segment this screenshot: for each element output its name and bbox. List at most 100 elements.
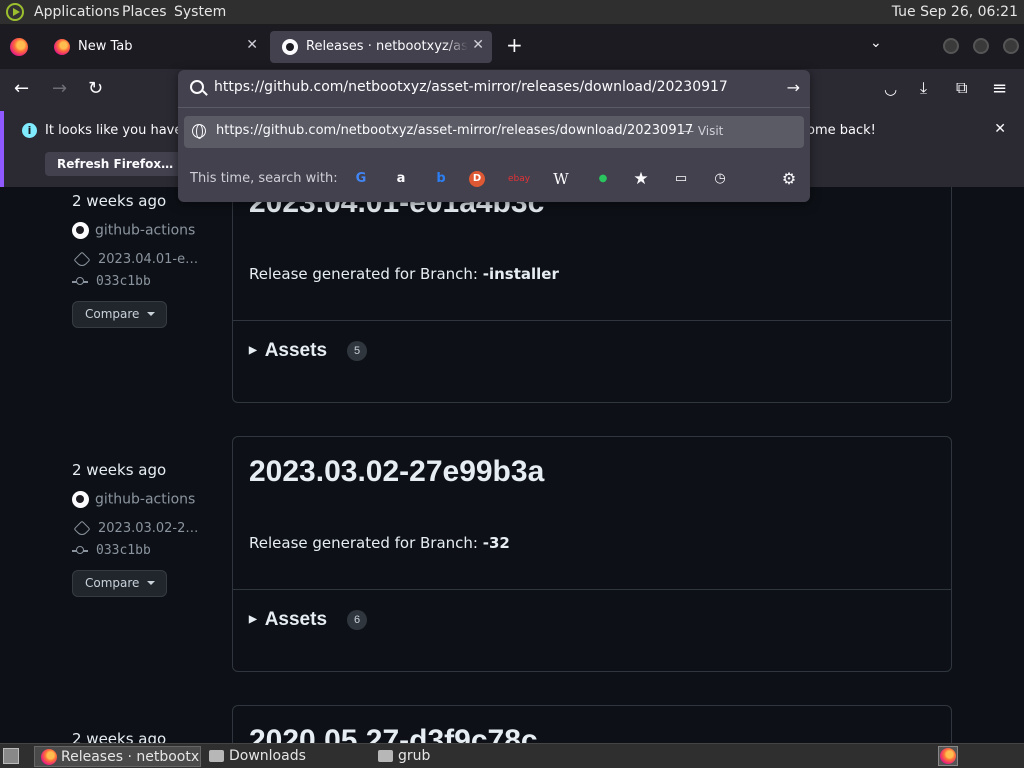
release-actor[interactable]: github-actions (72, 491, 195, 508)
release-commit[interactable]: 033c1bb (72, 274, 151, 289)
tab-new-tab[interactable]: New Tab ✕ (42, 31, 266, 63)
gear-icon[interactable]: ⚙ (778, 168, 800, 190)
maximize-button[interactable] (973, 38, 989, 54)
release-actor[interactable]: github-actions (72, 222, 195, 239)
minimize-button[interactable] (943, 38, 959, 54)
url-input[interactable] (214, 79, 774, 95)
distro-logo-icon[interactable] (6, 3, 24, 21)
refresh-firefox-button[interactable]: Refresh Firefox… (45, 152, 186, 176)
folder-icon (209, 750, 224, 762)
tab-strip: New Tab ✕ Releases · netbootxyz/asset-mi… (0, 25, 1024, 69)
compare-button[interactable]: Compare (72, 301, 167, 328)
reload-icon[interactable]: ↻ (88, 78, 103, 99)
tag-name: 2023.04.01-e… (98, 252, 199, 267)
top-panel: Applications Places System Tue Sep 26, 0… (0, 0, 1024, 25)
close-window-button[interactable] (1003, 38, 1019, 54)
globe-icon (192, 124, 206, 139)
url-row: → (178, 70, 810, 108)
notification-message: It looks like you haven’ (45, 123, 195, 138)
bing-icon[interactable]: b (430, 168, 452, 190)
release-time: 2 weeks ago (72, 730, 167, 743)
tag-icon (73, 520, 91, 537)
release-tag[interactable]: 2023.04.01-e… (72, 251, 199, 268)
release-commit[interactable]: 033c1bb (72, 543, 151, 558)
forward-icon[interactable]: → (52, 78, 67, 99)
commit-sha: 033c1bb (96, 274, 151, 289)
go-arrow-icon[interactable]: → (787, 78, 800, 97)
taskbar-item-label: Downloads (229, 748, 306, 764)
tray-firefox[interactable] (938, 746, 958, 766)
commit-sha: 033c1bb (96, 543, 151, 558)
github-actions-avatar-icon (72, 222, 89, 239)
actor-name: github-actions (95, 222, 196, 239)
compare-label: Compare (85, 307, 140, 321)
pocket-icon[interactable]: ◡ (884, 80, 897, 98)
list-all-tabs-button[interactable]: ⌄ (870, 35, 882, 51)
wikipedia-icon[interactable]: W (550, 168, 572, 190)
taskbar-item-label: Releases · netbootx… (61, 749, 201, 765)
clock[interactable]: Tue Sep 26, 06:21 (892, 4, 1018, 20)
applications-menu[interactable]: Applications (34, 4, 120, 20)
url-dropdown: → https://github.com/netbootxyz/asset-mi… (178, 70, 810, 202)
menu-icon[interactable]: ≡ (992, 78, 1007, 99)
assets-toggle[interactable]: ▶ Assets 6 (249, 609, 368, 631)
info-icon: i (22, 123, 37, 138)
chevron-down-icon (147, 312, 155, 316)
github-icon (282, 39, 298, 55)
release-card: 2020.05.27-d3f9c78c (232, 705, 952, 743)
system-menu[interactable]: System (174, 4, 226, 20)
release-time: 2 weeks ago (72, 461, 167, 479)
new-tab-button[interactable]: + (506, 33, 523, 57)
taskbar-item-firefox[interactable]: Releases · netbootx… (34, 746, 201, 767)
back-icon[interactable]: ← (14, 78, 29, 99)
folder-icon (378, 750, 393, 762)
history-icon[interactable]: ◷ (709, 168, 731, 190)
tabs-icon[interactable]: ▭ (670, 168, 692, 190)
amazon-icon[interactable]: a (390, 168, 412, 190)
suggestion-action: — Visit (682, 124, 724, 138)
release-tag[interactable]: 2023.03.02-2… (72, 520, 198, 537)
downloads-icon[interactable]: ⤓ (920, 78, 927, 98)
search-with-label: This time, search with: (190, 171, 338, 186)
release-branch: -installer (482, 265, 559, 283)
firefox-icon (54, 39, 70, 55)
compare-label: Compare (85, 576, 140, 590)
taskbar-item-grub[interactable]: grub (372, 746, 537, 767)
bookmarks-icon[interactable]: ★ (630, 168, 652, 190)
extensions-icon[interactable]: ⧉ (956, 78, 967, 98)
extension-search-icon[interactable]: ● (592, 168, 614, 190)
ebay-icon[interactable]: ebay (508, 168, 530, 190)
compare-button[interactable]: Compare (72, 570, 167, 597)
release-meta: 2 weeks ago (72, 461, 166, 479)
github-actions-avatar-icon (72, 491, 89, 508)
release-title[interactable]: 2023.03.02-27e99b3a (249, 455, 544, 489)
close-icon[interactable]: ✕ (472, 37, 484, 53)
tag-icon (73, 251, 91, 268)
assets-label: Assets (264, 340, 328, 361)
duckduckgo-icon[interactable]: D (469, 171, 485, 187)
notification-message-end: ome back! (807, 123, 876, 138)
url-suggestion[interactable]: https://github.com/netbootxyz/asset-mirr… (184, 116, 804, 148)
release-title[interactable]: 2020.05.27-d3f9c78c (249, 724, 538, 743)
suggestion-url: https://github.com/netbootxyz/asset-mirr… (216, 123, 694, 138)
search-icon (190, 80, 204, 94)
places-menu[interactable]: Places (122, 4, 167, 20)
assets-toggle[interactable]: ▶ Assets 5 (249, 340, 368, 362)
release-body: Release generated for Branch: -installer (249, 265, 559, 283)
close-icon[interactable]: ✕ (994, 121, 1006, 137)
commit-icon (72, 545, 88, 554)
release-card: 2023.03.02-27e99b3a Release generated fo… (232, 436, 952, 672)
firefox-icon (41, 749, 57, 765)
chevron-down-icon (147, 581, 155, 585)
firefox-icon[interactable] (10, 38, 28, 56)
tab-releases[interactable]: Releases · netbootxyz/asset-mirror ✕ (270, 31, 492, 63)
show-desktop-icon[interactable] (3, 748, 19, 764)
release-branch: -32 (482, 534, 510, 552)
close-icon[interactable]: ✕ (246, 37, 258, 53)
release-body-text: Release generated for Branch: (249, 265, 483, 283)
taskbar-item-downloads[interactable]: Downloads (203, 746, 368, 767)
release-meta: 2 weeks ago (72, 730, 166, 743)
assets-label: Assets (264, 609, 328, 630)
google-icon[interactable]: G (350, 168, 372, 190)
firefox-icon (940, 748, 956, 764)
